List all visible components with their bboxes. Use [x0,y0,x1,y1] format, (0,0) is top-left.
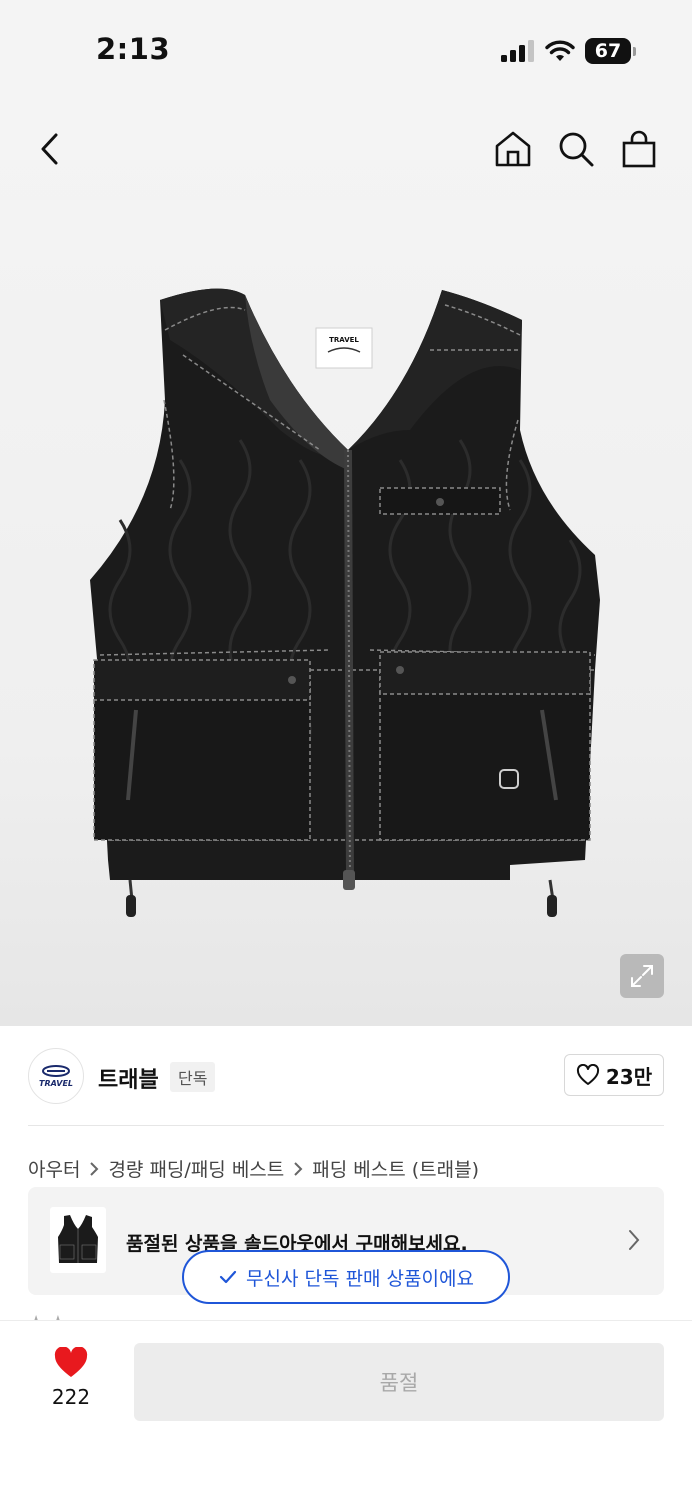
exclusive-sale-text: 무신사 단독 판매 상품이에요 [246,1267,474,1290]
banner-product-thumbnail [50,1207,106,1273]
vest-thumbnail-icon [58,1215,98,1263]
battery-level: 67 [585,38,631,64]
cart-button[interactable] [616,124,662,174]
chevron-right-icon [629,1230,640,1250]
wishlist-count: 222 [51,1385,91,1409]
breadcrumb: 아우터 경량 패딩/패딩 베스트 패딩 베스트 (트래블) [28,1155,479,1182]
home-icon [495,131,531,167]
breadcrumb-item[interactable]: 경량 패딩/패딩 베스트 [108,1155,284,1182]
back-icon [41,133,58,165]
product-photo-vest: TRAVEL [90,288,600,917]
divider [28,1125,664,1126]
back-button[interactable] [28,124,72,174]
bottom-action-bar: 222 품절 [0,1320,692,1500]
heart-filled-icon [54,1347,88,1377]
expand-icon [631,965,653,987]
wishlist-button[interactable]: 222 [36,1347,106,1417]
battery-indicator: 67 [585,38,636,64]
soldout-button[interactable]: 품절 [134,1343,664,1421]
vest-label-text: TRAVEL [329,336,359,344]
brand-like-count: 23만 [605,1064,653,1089]
expand-image-button[interactable] [620,954,664,998]
search-button[interactable] [553,124,599,174]
breadcrumb-item[interactable]: 아우터 [28,1155,80,1182]
status-time: 2:13 [96,32,171,66]
wifi-icon [545,40,575,61]
brand-name[interactable]: 트래블 [98,1062,159,1094]
product-image-area[interactable]: TRAVEL [0,100,692,1026]
check-icon [219,1270,237,1284]
brand-logo-text: TRAVEL [38,1079,74,1088]
status-bar: 2:13 67 [0,0,692,100]
cellular-signal-icon [501,40,534,62]
brand-logo-mark-icon [42,1065,70,1077]
chevron-right-icon [294,1161,303,1176]
chevron-right-icon [90,1161,99,1176]
breadcrumb-item[interactable]: 패딩 베스트 (트래블) [312,1155,479,1182]
brand-like-button[interactable]: 23만 [564,1054,664,1096]
shopping-bag-icon [622,130,656,168]
status-icons: 67 [501,38,636,64]
brand-row: TRAVEL 트래블 단독 23만 [0,1026,692,1126]
heart-outline-icon [576,1064,599,1085]
search-icon [559,132,594,167]
exclusive-sale-pill[interactable]: 무신사 단독 판매 상품이에요 [182,1250,510,1304]
home-button[interactable] [490,124,536,174]
battery-tip [633,46,636,56]
exclusive-badge: 단독 [170,1062,216,1092]
brand-logo[interactable]: TRAVEL [28,1048,84,1104]
